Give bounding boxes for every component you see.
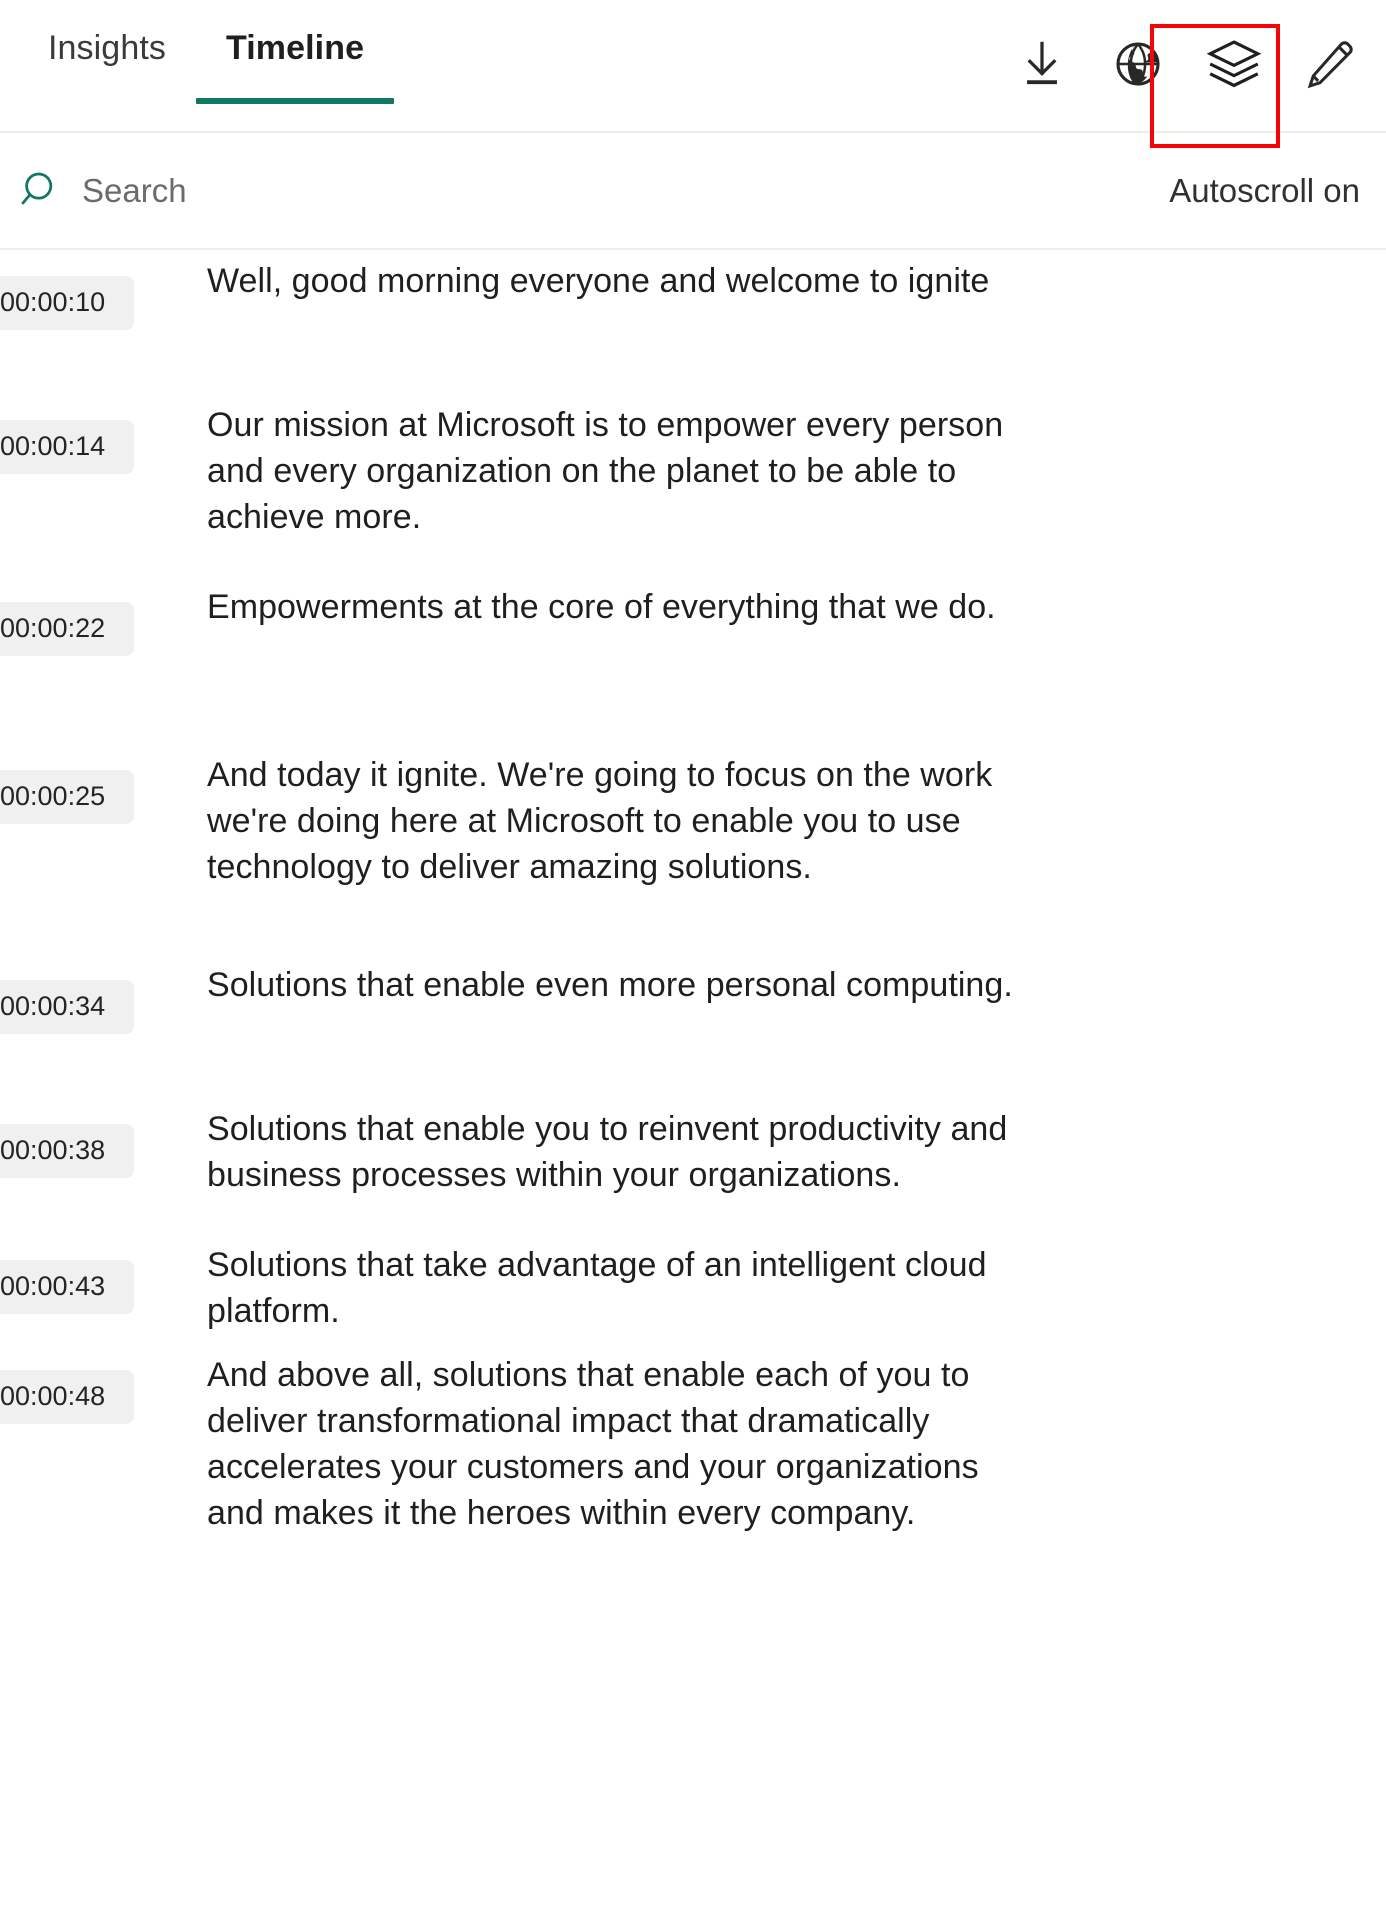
tab-timeline-label: Timeline [225, 29, 365, 67]
transcript-text: Our mission at Microsoft is to empower e… [207, 406, 1004, 536]
tab-strip: Insights Timeline [0, 0, 395, 131]
layers-button[interactable] [1186, 16, 1282, 112]
timestamp-chip[interactable]: 00:00:10 [0, 276, 134, 330]
timestamp-chip[interactable]: 00:00:34 [0, 980, 134, 1034]
search-row: Autoscroll on [0, 133, 1386, 250]
transcript-text: Empowerments at the core of everything t… [207, 588, 996, 626]
transcript-text: Well, good morning everyone and welcome … [207, 262, 990, 300]
layers-icon [1206, 36, 1262, 92]
timestamp-cell: 00:00:10 [0, 258, 207, 330]
transcript-text: And above all, solutions that enable eac… [207, 1356, 979, 1532]
tab-insights-label: Insights [48, 29, 166, 67]
header: Insights Timeline [0, 0, 1386, 148]
translate-button[interactable] [1090, 16, 1186, 112]
tab-insights[interactable]: Insights [18, 0, 196, 131]
timestamp-cell: 00:00:25 [0, 752, 207, 824]
transcript-text-cell: Solutions that take advantage of an inte… [207, 1242, 1386, 1334]
transcript-text: Solutions that take advantage of an inte… [207, 1246, 987, 1330]
timestamp-chip[interactable]: 00:00:14 [0, 420, 134, 474]
transcript-text-cell: Solutions that enable you to reinvent pr… [207, 1106, 1386, 1198]
transcript-text-cell: Well, good morning everyone and welcome … [207, 258, 1386, 304]
transcript-list: 00:00:10 Well, good morning everyone and… [0, 250, 1386, 1554]
timestamp-cell: 00:00:22 [0, 584, 207, 656]
transcript-text-cell: Solutions that enable even more personal… [207, 962, 1386, 1008]
timestamp-cell: 00:00:48 [0, 1352, 207, 1424]
timestamp-chip[interactable]: 00:00:48 [0, 1370, 134, 1424]
transcript-entry[interactable]: 00:00:22 Empowerments at the core of eve… [0, 584, 1386, 752]
transcript-text-cell: Our mission at Microsoft is to empower e… [207, 402, 1386, 540]
search-icon [14, 163, 70, 219]
transcript-entry[interactable]: 00:00:14 Our mission at Microsoft is to … [0, 402, 1386, 584]
tab-timeline[interactable]: Timeline [195, 0, 395, 131]
download-button[interactable] [994, 16, 1090, 112]
search-input[interactable] [82, 171, 682, 210]
autoscroll-toggle[interactable]: Autoscroll on [1169, 172, 1386, 210]
transcript-text-cell: Empowerments at the core of everything t… [207, 584, 1386, 630]
transcript-entry[interactable]: 00:00:10 Well, good morning everyone and… [0, 258, 1386, 402]
transcript-entry[interactable]: 00:00:38 Solutions that enable you to re… [0, 1106, 1386, 1242]
header-toolbar [994, 0, 1378, 133]
timestamp-chip[interactable]: 00:00:43 [0, 1260, 134, 1314]
transcript-text: Solutions that enable you to reinvent pr… [207, 1110, 1008, 1194]
timestamp-cell: 00:00:14 [0, 402, 207, 474]
transcript-entry[interactable]: 00:00:48 And above all, solutions that e… [0, 1352, 1386, 1554]
timestamp-cell: 00:00:43 [0, 1242, 207, 1314]
transcript-text: And today it ignite. We're going to focu… [207, 756, 993, 886]
transcript-text-cell: And today it ignite. We're going to focu… [207, 752, 1386, 890]
download-icon [1016, 38, 1068, 90]
timestamp-chip[interactable]: 00:00:25 [0, 770, 134, 824]
transcript-text-cell: And above all, solutions that enable eac… [207, 1352, 1386, 1536]
globe-icon [1113, 39, 1163, 89]
search-container[interactable] [0, 163, 1169, 219]
timestamp-chip[interactable]: 00:00:22 [0, 602, 134, 656]
timestamp-cell: 00:00:34 [0, 962, 207, 1034]
timestamp-chip[interactable]: 00:00:38 [0, 1124, 134, 1178]
pencil-icon [1304, 38, 1356, 90]
transcript-entry[interactable]: 00:00:34 Solutions that enable even more… [0, 962, 1386, 1106]
edit-button[interactable] [1282, 16, 1378, 112]
timestamp-cell: 00:00:38 [0, 1106, 207, 1178]
transcript-entry[interactable]: 00:00:25 And today it ignite. We're goin… [0, 752, 1386, 962]
transcript-text: Solutions that enable even more personal… [207, 966, 1013, 1004]
transcript-entry[interactable]: 00:00:43 Solutions that take advantage o… [0, 1242, 1386, 1352]
